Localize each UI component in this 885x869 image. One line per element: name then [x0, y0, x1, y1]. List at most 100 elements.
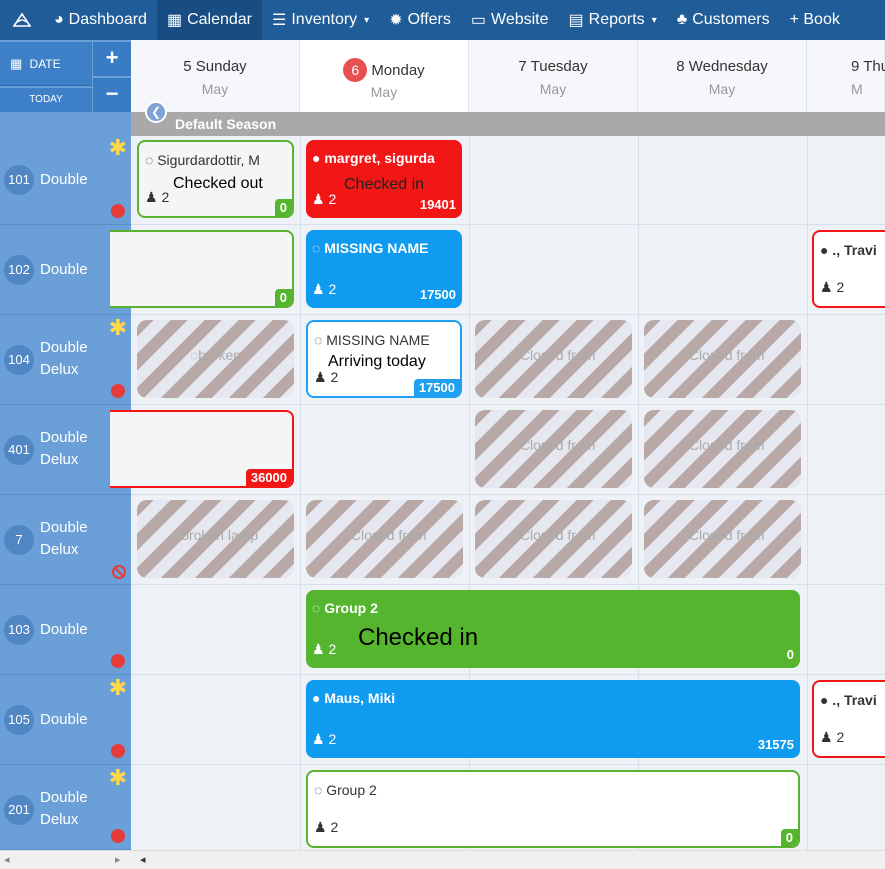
horizontal-scrollbar[interactable]: ◂ ▸ ◂: [0, 850, 885, 869]
room-row-7[interactable]: 7 Double Delux: [0, 495, 131, 585]
room-number: 104: [4, 345, 34, 375]
room-row-201[interactable]: 201 Double Delux ✱: [0, 765, 131, 850]
guest-count-value: 2: [328, 281, 337, 297]
closed-block[interactable]: ◌Closed from: [644, 410, 801, 488]
dashboard-icon: ◕: [54, 11, 64, 28]
zoom-out-button[interactable]: −: [93, 78, 131, 112]
room-row-105[interactable]: 105 Double ✱: [0, 675, 131, 765]
closed-label: ◌Closed from: [306, 527, 463, 543]
booking-card[interactable]: ◌ MISSING NAME Arriving today ♟ 2 17500: [306, 320, 462, 398]
person-icon: ♟: [820, 729, 833, 745]
closed-block[interactable]: ◌broken lamp: [137, 500, 294, 578]
nav-book[interactable]: + Book: [780, 0, 850, 40]
dirty-status-dot: [111, 829, 125, 843]
closed-block[interactable]: ◌Closed from: [475, 410, 632, 488]
top-nav: ◕ Dashboard ▦ Calendar ☰ Inventory ▾ ✹ O…: [0, 0, 885, 40]
date-text: DATE: [29, 57, 61, 71]
guest-count-value: 2: [161, 189, 170, 205]
booking-card[interactable]: ● margret, sigurda Checked in ♟ 2 19401: [306, 140, 462, 218]
scroll-left-arrow-icon[interactable]: ◂: [140, 853, 146, 866]
closed-label: ◌Closed from: [644, 437, 801, 453]
guest-count-value: 2: [328, 731, 337, 747]
room-type: Double: [40, 261, 88, 278]
scroll-left-arrow-icon[interactable]: ◂: [4, 853, 10, 866]
users-icon: ♣: [676, 11, 688, 28]
booking-card[interactable]: ● ., Travi ♟ 2: [812, 230, 885, 308]
nav-reports[interactable]: ▤ Reports ▾: [559, 0, 667, 40]
day-header-tuesday[interactable]: 7 Tuesday May: [469, 40, 638, 112]
nav-offers[interactable]: ✹ Offers: [379, 0, 461, 40]
nav-dashboard[interactable]: ◕ Dashboard: [44, 0, 157, 40]
nav-reports-label: Reports: [588, 11, 645, 28]
nav-customers-label: Customers: [692, 11, 770, 28]
booking-title-wrap: ◌ MISSING NAME: [312, 240, 428, 256]
comment-icon: ◌: [314, 332, 323, 348]
comment-icon: ◌: [511, 347, 520, 363]
person-icon: ♟: [820, 279, 833, 295]
closed-block[interactable]: ◌Closed from: [475, 320, 632, 398]
grid-divider: [300, 136, 301, 850]
booking-card[interactable]: ● ., Travi ♟ 2: [812, 680, 885, 758]
room-row-101[interactable]: 101 Double ✱: [0, 135, 131, 225]
booking-card[interactable]: 36000: [110, 410, 294, 488]
booking-title-wrap: ◌ MISSING NAME: [314, 332, 430, 348]
day-header-monday[interactable]: 6 Monday May: [300, 40, 469, 112]
nav-customers[interactable]: ♣ Customers: [667, 0, 780, 40]
booking-card[interactable]: ◌ Group 2 ♟ 2 0: [306, 770, 800, 848]
booking-amount: 0: [780, 829, 798, 846]
booking-card[interactable]: ◌ MISSING NAME ♟ 2 17500: [306, 230, 462, 308]
room-type: Double Delux: [40, 519, 88, 558]
nav-book-label: + Book: [789, 11, 840, 28]
date-picker-button[interactable]: ▦ DATE: [0, 42, 92, 86]
closed-label-text: broken: [198, 347, 242, 363]
scroll-right-arrow-icon[interactable]: ▸: [115, 853, 121, 866]
room-type: Double Delux: [40, 429, 88, 468]
logo-icon[interactable]: [0, 0, 44, 40]
guest-count-value: 2: [836, 279, 845, 295]
booking-amount: 31575: [757, 737, 794, 752]
caret-down-icon: ▾: [364, 14, 370, 26]
booking-title-wrap: ◌ Sigurdardottir, M: [145, 152, 260, 168]
booking-card[interactable]: ● Maus, Miki ♟ 2 31575: [306, 680, 800, 758]
booking-card[interactable]: ◌ Group 2 Checked in ♟ 2 0: [306, 590, 800, 668]
booking-card[interactable]: 0: [110, 230, 294, 308]
grid-divider: [131, 584, 885, 585]
day-header-wednesday[interactable]: 8 Wednesday May: [638, 40, 807, 112]
day-header-thursday[interactable]: 9 Thu M: [807, 40, 885, 112]
nav-calendar[interactable]: ▦ Calendar: [156, 0, 263, 40]
star-icon: ✱: [108, 315, 127, 340]
guest-count-value: 2: [330, 819, 339, 835]
closed-block[interactable]: ◌Closed from: [306, 500, 463, 578]
closed-block[interactable]: ◌Closed from: [644, 500, 801, 578]
room-type: Double Delux: [40, 789, 88, 828]
guest-count: ♟ 2: [312, 281, 336, 298]
today-badge: 6: [343, 58, 368, 82]
booking-amount: 0: [274, 199, 292, 216]
closed-block[interactable]: ◌broken: [137, 320, 294, 398]
room-row-104[interactable]: 104 Double Delux ✱: [0, 315, 131, 405]
booking-amount: 36000: [245, 469, 292, 486]
booking-status: Checked in: [344, 176, 425, 193]
guest-count: ♟ 2: [312, 191, 336, 208]
comment-icon: ◌: [511, 527, 520, 543]
closed-block[interactable]: ◌Closed from: [475, 500, 632, 578]
calendar-grid-icon: ▦: [166, 12, 183, 29]
scroll-back-icon[interactable]: ❮: [145, 101, 167, 123]
closed-label: ◌Closed from: [475, 347, 632, 363]
guest-count-value: 2: [328, 191, 337, 207]
closed-block[interactable]: ◌Closed from: [644, 320, 801, 398]
day-label: Monday: [371, 62, 425, 79]
room-row-103[interactable]: 103 Double: [0, 585, 131, 675]
booking-amount: 0: [786, 647, 794, 662]
zoom-in-button[interactable]: +: [93, 42, 131, 76]
booking-card[interactable]: ◌ Sigurdardottir, M Checked out ♟ 2 0: [137, 140, 294, 218]
nav-dashboard-label: Dashboard: [68, 11, 147, 28]
document-icon: ▤: [568, 12, 584, 29]
comment-icon: ●: [820, 242, 829, 258]
calendar-icon: ▦: [10, 56, 23, 71]
person-icon: ♟: [312, 191, 325, 207]
day-label: 7 Tuesday: [518, 58, 588, 75]
nav-inventory[interactable]: ☰ Inventory ▾: [262, 0, 379, 40]
today-button[interactable]: TODAY: [0, 88, 92, 112]
nav-website[interactable]: ▭ Website: [461, 0, 559, 40]
